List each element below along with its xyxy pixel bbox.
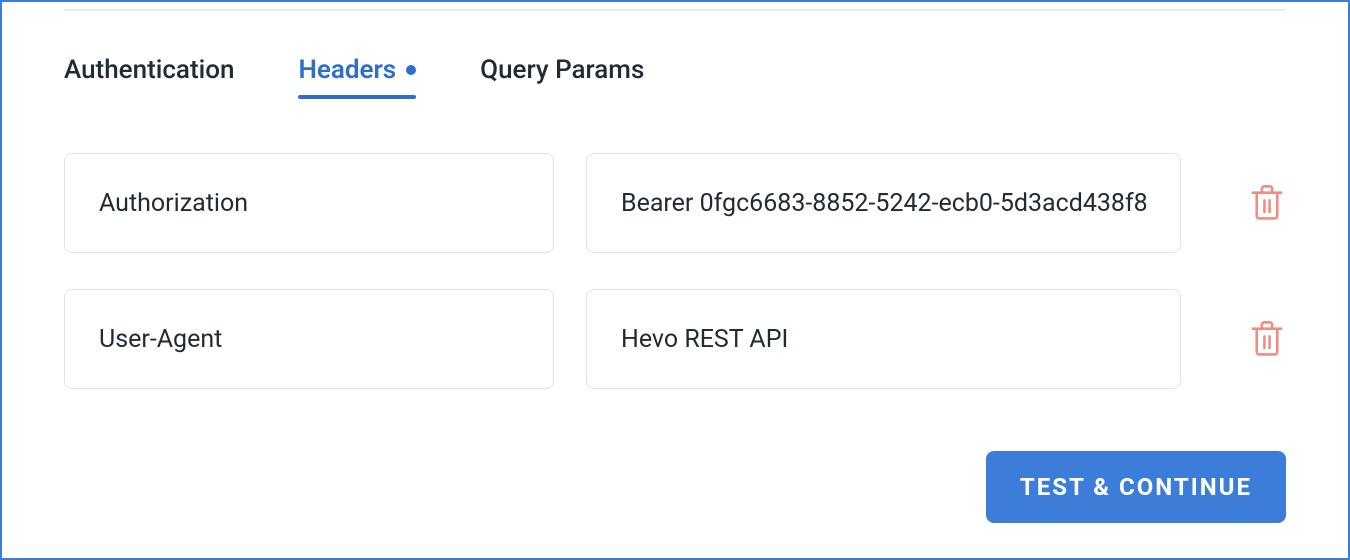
header-row (64, 153, 1286, 253)
tab-indicator-dot-icon (406, 65, 416, 75)
tab-query-params-label: Query Params (480, 55, 644, 85)
tab-authentication[interactable]: Authentication (64, 55, 234, 99)
content-area: Authentication Headers Query Params (2, 9, 1348, 560)
tab-authentication-label: Authentication (64, 55, 234, 85)
footer-actions: TEST & CONTINUE (986, 451, 1286, 523)
tab-headers[interactable]: Headers (298, 55, 416, 99)
header-row (64, 289, 1286, 389)
tab-query-params[interactable]: Query Params (480, 55, 644, 99)
header-value-input[interactable] (586, 153, 1181, 253)
tabs-bar: Authentication Headers Query Params (64, 11, 1286, 99)
test-continue-button[interactable]: TEST & CONTINUE (986, 451, 1286, 523)
delete-header-button[interactable] (1247, 319, 1287, 359)
tab-headers-label: Headers (298, 55, 396, 85)
trash-icon (1251, 321, 1283, 357)
config-panel: Authentication Headers Query Params (0, 0, 1350, 560)
headers-form (64, 153, 1286, 389)
delete-header-button[interactable] (1247, 183, 1287, 223)
header-key-input[interactable] (64, 153, 554, 253)
header-key-input[interactable] (64, 289, 554, 389)
trash-icon (1251, 185, 1283, 221)
header-value-input[interactable] (586, 289, 1181, 389)
